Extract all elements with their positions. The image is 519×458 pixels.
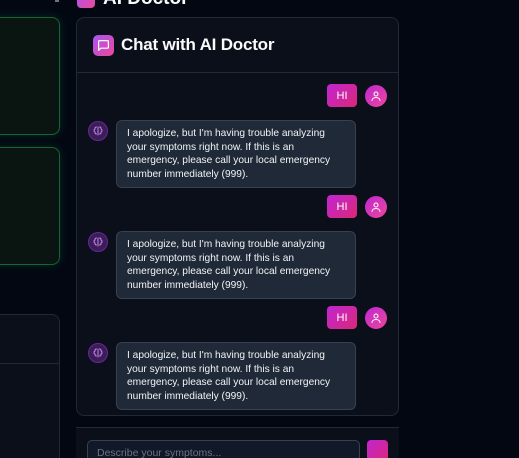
- user-message-bubble: HI: [327, 306, 357, 329]
- chat-title: Chat with AI Doctor: [121, 35, 275, 54]
- left-lower-divider: [0, 363, 59, 364]
- user-icon: [365, 195, 387, 218]
- app-logo-icon: [77, 0, 95, 8]
- brain-icon: [88, 343, 108, 363]
- user-message-bubble: HI: [327, 195, 357, 218]
- symptom-input[interactable]: [87, 440, 360, 458]
- user-icon: [365, 84, 387, 107]
- left-card-2: [0, 147, 60, 265]
- message-square-icon: [93, 34, 114, 56]
- bot-message: I apologize, but I'm having trouble anal…: [88, 120, 356, 188]
- brain-icon: [88, 232, 108, 252]
- chat-header: Chat with AI Doctor: [77, 18, 398, 73]
- bot-message-bubble: I apologize, but I'm having trouble anal…: [116, 120, 356, 188]
- chevron-icon: [55, 0, 59, 2]
- user-message-bubble: HI: [327, 84, 357, 107]
- bot-message-bubble: I apologize, but I'm having trouble anal…: [116, 342, 356, 410]
- left-card-1: [0, 17, 60, 135]
- bot-message: I apologize, but I'm having trouble anal…: [88, 231, 356, 299]
- chat-input-bar: [76, 427, 399, 458]
- user-message: HI: [327, 306, 387, 329]
- page-title: AI Doctor: [103, 0, 189, 10]
- chat-panel: Chat with AI Doctor HI I apologize, but …: [76, 17, 399, 416]
- brain-icon: [88, 121, 108, 141]
- bot-message: I apologize, but I'm having trouble anal…: [88, 342, 356, 410]
- left-lower-panel: [0, 314, 60, 458]
- page-header: AI Doctor: [77, 0, 189, 10]
- user-message: HI: [327, 195, 387, 218]
- bot-message-bubble: I apologize, but I'm having trouble anal…: [116, 231, 356, 299]
- user-icon: [365, 306, 387, 329]
- user-message: HI: [327, 84, 387, 107]
- send-button[interactable]: [367, 440, 388, 458]
